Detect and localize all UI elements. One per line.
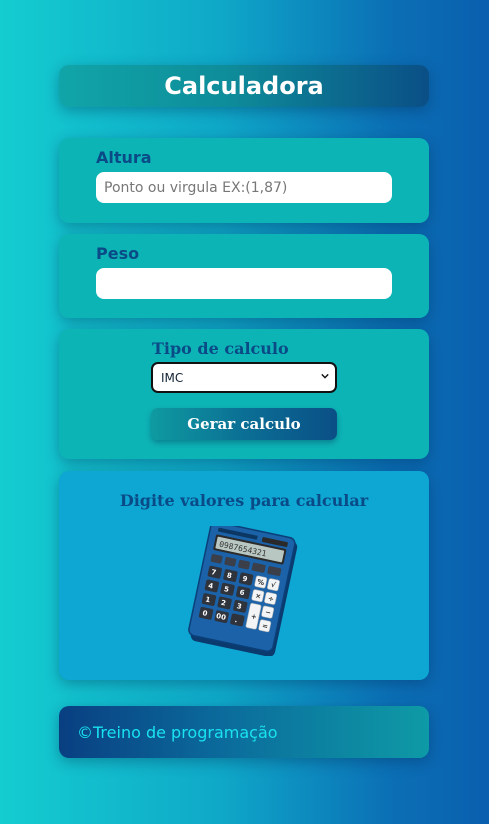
app-header: Calculadora <box>59 65 429 107</box>
result-card: Digite valores para calcular 0987654321 <box>59 471 429 680</box>
tipo-select[interactable]: IMC <box>151 362 337 393</box>
altura-card: Altura <box>59 138 429 223</box>
altura-input[interactable] <box>96 172 392 203</box>
app-title: Calculadora <box>164 72 324 100</box>
tipo-label: Tipo de calculo <box>152 339 289 358</box>
result-message: Digite valores para calcular <box>119 491 369 510</box>
chevron-down-icon <box>321 373 329 379</box>
gerar-calculo-button[interactable]: Gerar calculo <box>151 408 337 440</box>
tipo-selected-value: IMC <box>161 370 184 385</box>
peso-input[interactable] <box>96 268 392 299</box>
footer-text: ©Treino de programação <box>77 722 278 742</box>
peso-label: Peso <box>96 244 140 263</box>
tipo-card: Tipo de calculo IMC Gerar calculo <box>59 329 429 459</box>
footer: ©Treino de programação <box>59 706 429 758</box>
calculator-icon: 0987654321 7 8 9 4 5 6 1 2 3 0 00 . % √ … <box>188 526 298 656</box>
peso-card: Peso <box>59 234 429 318</box>
altura-label: Altura <box>96 148 152 167</box>
